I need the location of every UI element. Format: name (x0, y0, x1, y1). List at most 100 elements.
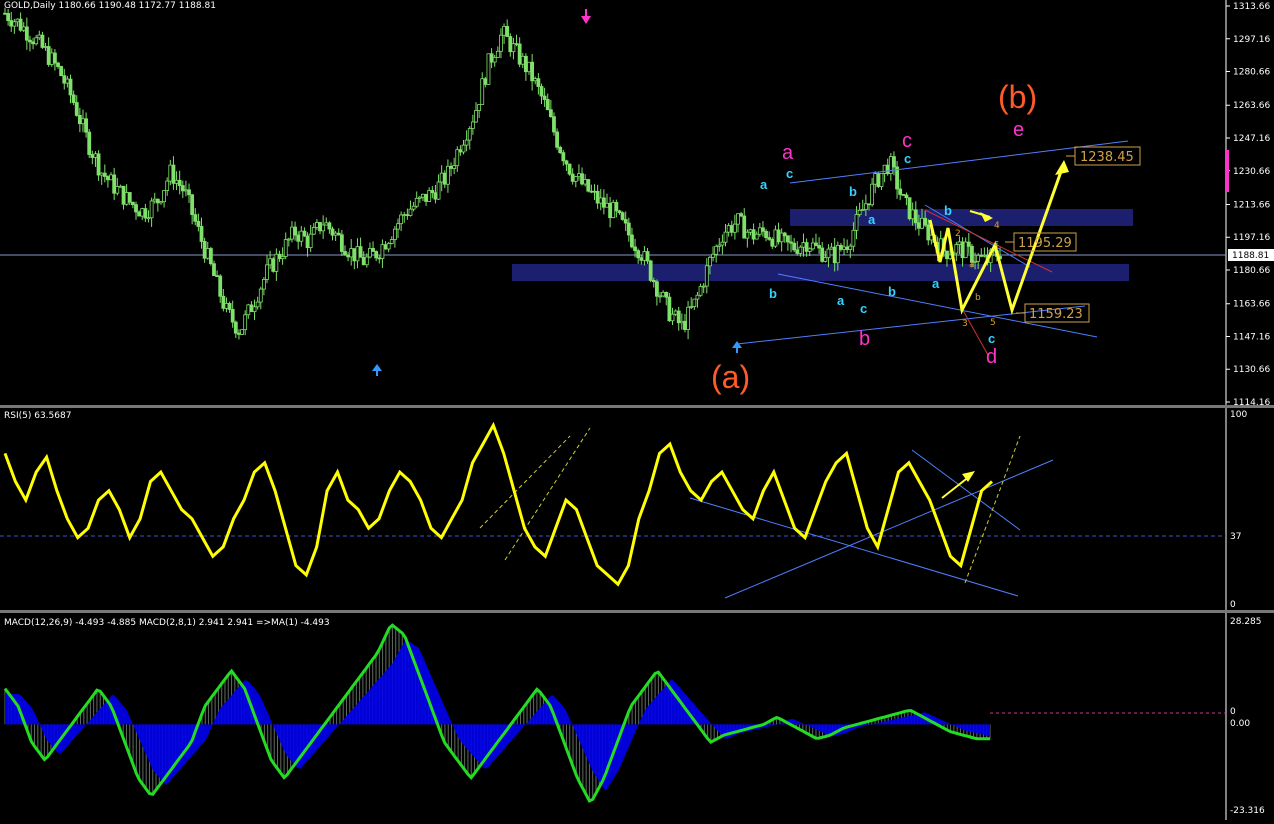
candle-body (299, 230, 304, 242)
candle-body (227, 303, 232, 310)
price-tick: 1247.16 (1233, 134, 1270, 144)
candle-body (592, 190, 597, 193)
candle-body (832, 246, 837, 264)
candle-body (162, 190, 166, 203)
candle-body (776, 229, 781, 243)
rsi-trendline[interactable] (911, 449, 1021, 531)
candle-body (411, 205, 416, 210)
wave-number: 4 (994, 221, 1000, 231)
candle-body (483, 78, 488, 85)
candle-body (542, 95, 547, 100)
candle-body (960, 241, 965, 259)
rsi-trendline[interactable] (724, 459, 1054, 599)
candle-body (134, 204, 138, 213)
candle-body (648, 260, 653, 281)
candle-body (455, 149, 460, 167)
candle-body (570, 173, 575, 182)
candle-body (661, 291, 666, 297)
candle-body (567, 163, 572, 175)
candle-body (140, 208, 145, 217)
candle-body (804, 242, 809, 252)
candle-body (767, 237, 772, 240)
rsi-trendline[interactable] (689, 497, 1019, 597)
candle-body (854, 214, 859, 231)
price-chart[interactable]: 1238.45 1195.29 1159.23 (a) (b) a b c d … (0, 0, 1274, 408)
candle-body (580, 173, 584, 185)
candle-body (829, 246, 834, 250)
price-panel[interactable]: 1238.45 1195.29 1159.23 (a) (b) a b c d … (0, 0, 1274, 408)
candle-body (383, 244, 388, 250)
candle-body (65, 78, 70, 84)
wave-label-a-big: (a) (711, 359, 750, 395)
candle-body (489, 53, 494, 63)
macd-panel[interactable]: MACD(12,26,9) -4.493 -4.885 MACD(2,8,1) … (0, 613, 1274, 820)
candle-body (137, 211, 142, 217)
candle-body (424, 193, 428, 202)
candle-body (168, 164, 173, 182)
price-tick: 1280.66 (1233, 68, 1270, 78)
price-tick: 1147.16 (1233, 332, 1270, 342)
wave-label-cyan: c (988, 331, 995, 346)
candle-body (782, 232, 787, 237)
candle-body (371, 248, 375, 252)
rsi-trendline-dashed (479, 435, 571, 529)
candle-body (601, 197, 606, 208)
candle-body (698, 286, 703, 296)
price-tag-1159: 1159.23 (1016, 303, 1090, 323)
candle-body (218, 275, 223, 297)
rsi-chart[interactable]: RSI(5) 63.5687 100 37 0 (0, 408, 1274, 610)
svg-text:1188.81: 1188.81 (1232, 251, 1269, 261)
up-arrow-marker-1 (372, 364, 382, 371)
rsi-trendline-dashed (504, 427, 591, 561)
candle-body (474, 110, 478, 123)
candle-body (121, 185, 126, 205)
candle-body (573, 176, 578, 182)
candle-body (748, 229, 753, 233)
candle-body (324, 222, 329, 226)
candle-body (118, 185, 123, 188)
rsi-panel[interactable]: RSI(5) 63.5687 100 37 0 (0, 408, 1274, 610)
candle-body (271, 258, 276, 272)
candle-body (860, 209, 865, 211)
candle-body (40, 34, 45, 48)
wave-label-cyan: c (904, 151, 911, 166)
candle-body (230, 309, 235, 323)
candle-body (330, 228, 335, 236)
candle-body (801, 242, 806, 248)
candle-body (679, 320, 684, 324)
candle-body (464, 139, 469, 146)
candle-body (421, 193, 425, 198)
candle-body (452, 165, 457, 169)
macd-title: MACD(12,26,9) -4.493 -4.885 MACD(2,8,1) … (4, 618, 330, 628)
candle-body (527, 61, 531, 73)
candle-body (414, 197, 419, 207)
candle-body (876, 173, 881, 187)
candle-body (408, 208, 413, 216)
candle-body (495, 50, 500, 58)
candle-body (945, 250, 949, 260)
candle-body (143, 208, 148, 219)
candle-body (208, 248, 213, 265)
macd-chart[interactable]: MACD(12,26,9) -4.493 -4.885 MACD(2,8,1) … (0, 613, 1274, 820)
candle-body (732, 223, 737, 233)
candle-body (265, 264, 269, 280)
candle-body (171, 164, 176, 184)
candle-body (3, 12, 7, 15)
candle-body (442, 172, 447, 185)
candle-body (355, 246, 360, 262)
candle-body (190, 194, 195, 216)
candle-body (77, 115, 82, 125)
svg-text:1195.29: 1195.29 (1018, 236, 1072, 251)
candle-body (224, 303, 229, 309)
candle-body (199, 225, 204, 242)
candle-body (46, 46, 51, 65)
candle-body (626, 222, 631, 236)
up-arrow-marker-2 (732, 341, 742, 348)
candle-body (502, 26, 506, 36)
candle-body (630, 234, 634, 248)
candle-body (53, 52, 57, 64)
candle-body (870, 183, 875, 206)
candle-body (798, 246, 803, 254)
candle-body (34, 37, 39, 45)
candle-body (243, 314, 248, 331)
